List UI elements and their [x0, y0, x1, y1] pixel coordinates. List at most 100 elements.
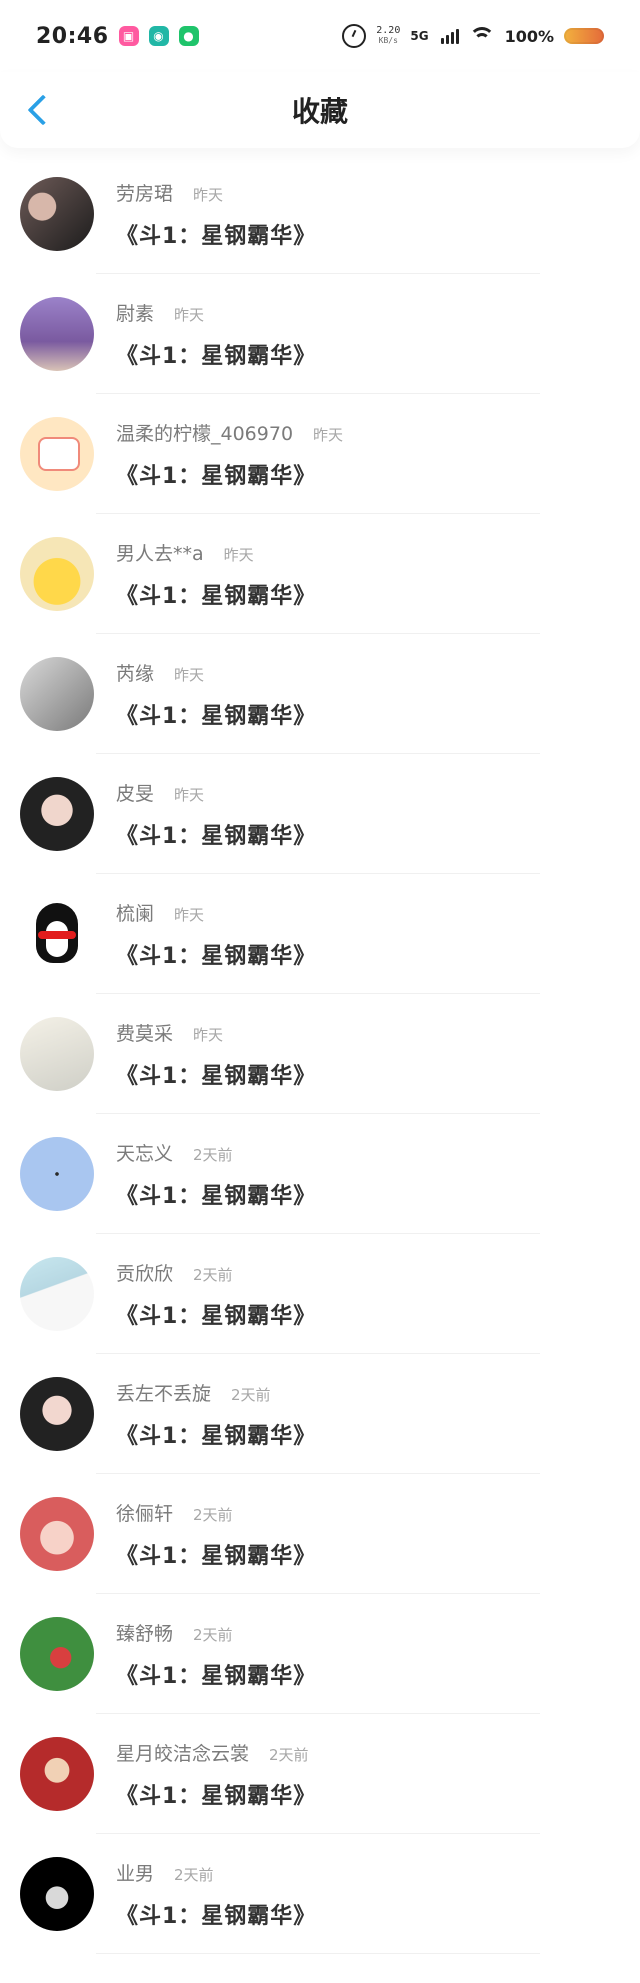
alarm-clock-icon	[342, 24, 367, 48]
favorite-title[interactable]: 《斗1：星钢霸华》	[116, 1058, 316, 1090]
penguin-scarf	[38, 931, 76, 939]
favorite-title[interactable]: 《斗1：星钢霸华》	[116, 1418, 316, 1450]
list-item[interactable]: 徐俪轩 2天前 《斗1：星钢霸华》	[0, 1474, 640, 1594]
favorite-title[interactable]: 《斗1：星钢霸华》	[116, 1538, 316, 1570]
list-item[interactable]: 芮缘 昨天 《斗1：星钢霸华》	[0, 634, 640, 754]
item-top-line: 臻舒畅 2天前	[116, 1619, 316, 1646]
net-speed-unit: KB/s	[378, 36, 398, 45]
list-item[interactable]: 贡欣欣 2天前 《斗1：星钢霸华》	[0, 1234, 640, 1354]
user-name[interactable]: 皮旻	[116, 779, 154, 806]
wifi-icon	[468, 27, 495, 45]
avatar[interactable]	[20, 1017, 94, 1091]
user-name[interactable]: 尉素	[116, 299, 154, 326]
item-meta: 星月皎洁念云裳 2天前 《斗1：星钢霸华》	[116, 1739, 316, 1810]
item-meta: 芮缘 昨天 《斗1：星钢霸华》	[116, 659, 316, 730]
item-top-line: 梳阑 昨天	[116, 899, 316, 926]
favorite-title[interactable]: 《斗1：星钢霸华》	[116, 698, 316, 730]
favorite-title[interactable]: 《斗1：星钢霸华》	[116, 1778, 316, 1810]
favorite-title[interactable]: 《斗1：星钢霸华》	[116, 458, 343, 490]
user-name[interactable]: 芮缘	[116, 659, 154, 686]
item-top-line: 业男 2天前	[116, 1859, 316, 1886]
avatar[interactable]	[20, 537, 94, 611]
item-meta: 贡欣欣 2天前 《斗1：星钢霸华》	[116, 1259, 316, 1330]
list-item[interactable]: 臻舒畅 2天前 《斗1：星钢霸华》	[0, 1594, 640, 1714]
item-time: 2天前	[193, 1265, 233, 1284]
item-time: 2天前	[193, 1625, 233, 1644]
user-name[interactable]: 丢左不丢旋	[116, 1379, 211, 1406]
item-time: 2天前	[193, 1505, 233, 1524]
list-item[interactable]: 皮旻 昨天 《斗1：星钢霸华》	[0, 754, 640, 874]
item-time: 昨天	[174, 305, 205, 324]
user-name[interactable]: 梳阑	[116, 899, 154, 926]
list-item[interactable]: 费莫采 昨天 《斗1：星钢霸华》	[0, 994, 640, 1114]
item-top-line: 天忘义 2天前	[116, 1139, 316, 1166]
favorite-title[interactable]: 《斗1：星钢霸华》	[116, 938, 316, 970]
status-bar: 20:46 ▣ ◉ ● 2.20 KB/s 5G 100%	[0, 0, 640, 72]
user-name[interactable]: 星月皎洁念云裳	[116, 1739, 249, 1766]
favorite-title[interactable]: 《斗1：星钢霸华》	[116, 338, 316, 370]
user-name[interactable]: 费莫采	[116, 1019, 173, 1046]
battery-icon	[564, 28, 604, 44]
avatar[interactable]	[20, 417, 94, 491]
avatar[interactable]	[20, 1497, 94, 1571]
favorite-title[interactable]: 《斗1：星钢霸华》	[116, 218, 316, 250]
avatar[interactable]	[20, 1857, 94, 1931]
status-right: 2.20 KB/s 5G 100%	[342, 24, 604, 48]
item-meta: 费莫采 昨天 《斗1：星钢霸华》	[116, 1019, 316, 1090]
avatar[interactable]	[20, 897, 94, 971]
user-name[interactable]: 天忘义	[116, 1139, 173, 1166]
avatar[interactable]	[20, 297, 94, 371]
list-item[interactable]: 尉素 昨天 《斗1：星钢霸华》	[0, 274, 640, 394]
item-time: 昨天	[193, 1025, 224, 1044]
net-speed-value: 2.20	[376, 25, 401, 36]
avatar[interactable]	[20, 777, 94, 851]
favorite-title[interactable]: 《斗1：星钢霸华》	[116, 1178, 316, 1210]
list-item[interactable]: 男人去**a 昨天 《斗1：星钢霸华》	[0, 514, 640, 634]
list-item[interactable]: 星月皎洁念云裳 2天前 《斗1：星钢霸华》	[0, 1714, 640, 1834]
avatar[interactable]	[20, 1617, 94, 1691]
user-name[interactable]: 业男	[116, 1859, 154, 1886]
item-time: 昨天	[193, 185, 224, 204]
list-item[interactable]: 天忘义 2天前 《斗1：星钢霸华》	[0, 1114, 640, 1234]
user-name[interactable]: 徐俪轩	[116, 1499, 173, 1526]
chevron-left-icon	[27, 94, 59, 126]
item-meta: 梳阑 昨天 《斗1：星钢霸华》	[116, 899, 316, 970]
user-name[interactable]: 温柔的柠檬_406970	[116, 419, 293, 446]
list-item[interactable]: 丢左不丢旋 2天前 《斗1：星钢霸华》	[0, 1354, 640, 1474]
item-top-line: 贡欣欣 2天前	[116, 1259, 316, 1286]
battery-percent: 100%	[504, 26, 554, 46]
status-time: 20:46	[36, 23, 109, 49]
teal-app-icon: ◉	[148, 26, 169, 46]
favorite-title[interactable]: 《斗1：星钢霸华》	[116, 818, 316, 850]
favorite-title[interactable]: 《斗1：星钢霸华》	[116, 1658, 316, 1690]
list-item[interactable]: 业男 2天前 《斗1：星钢霸华》	[0, 1834, 640, 1954]
avatar[interactable]	[20, 1137, 94, 1211]
list-item[interactable]: 劳房珺 昨天 《斗1：星钢霸华》	[0, 154, 640, 274]
item-meta: 臻舒畅 2天前 《斗1：星钢霸华》	[116, 1619, 316, 1690]
user-name[interactable]: 劳房珺	[116, 179, 173, 206]
avatar[interactable]	[20, 1257, 94, 1331]
avatar[interactable]	[20, 1737, 94, 1811]
item-top-line: 丢左不丢旋 2天前	[116, 1379, 316, 1406]
user-name[interactable]: 臻舒畅	[116, 1619, 173, 1646]
favorite-title[interactable]: 《斗1：星钢霸华》	[116, 1898, 316, 1930]
list-item[interactable]: 温柔的柠檬_406970 昨天 《斗1：星钢霸华》	[0, 394, 640, 514]
favorite-title[interactable]: 《斗1：星钢霸华》	[116, 578, 316, 610]
signal-bar-2	[445, 34, 449, 44]
user-name[interactable]: 男人去**a	[116, 539, 204, 566]
avatar[interactable]	[20, 1377, 94, 1451]
favorite-title[interactable]: 《斗1：星钢霸华》	[116, 1298, 316, 1330]
network-type: 5G	[410, 29, 429, 43]
avatar[interactable]	[20, 177, 94, 251]
user-name[interactable]: 贡欣欣	[116, 1259, 173, 1286]
item-meta: 男人去**a 昨天 《斗1：星钢霸华》	[116, 539, 316, 610]
item-top-line: 费莫采 昨天	[116, 1019, 316, 1046]
item-meta: 尉素 昨天 《斗1：星钢霸华》	[116, 299, 316, 370]
list-item[interactable]: 梳阑 昨天 《斗1：星钢霸华》	[0, 874, 640, 994]
item-top-line: 徐俪轩 2天前	[116, 1499, 316, 1526]
item-top-line: 尉素 昨天	[116, 299, 316, 326]
avatar[interactable]	[20, 657, 94, 731]
item-time: 2天前	[269, 1745, 309, 1764]
back-button[interactable]	[22, 90, 59, 130]
item-time: 2天前	[193, 1145, 233, 1164]
